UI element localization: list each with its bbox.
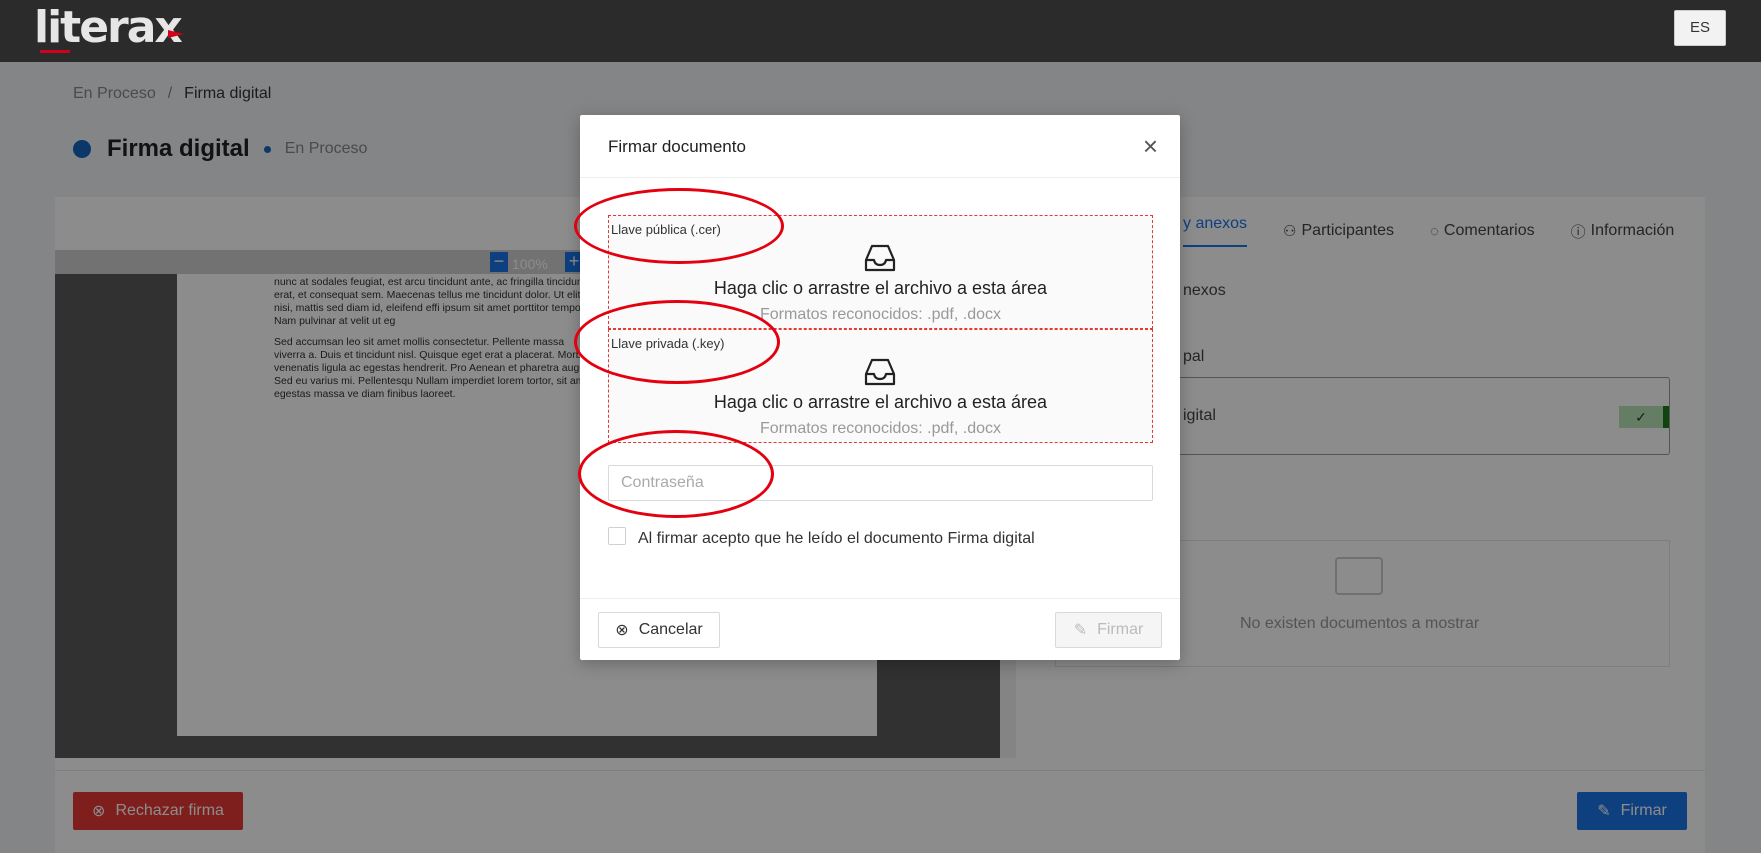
annotation-ellipse-private-key bbox=[574, 300, 780, 384]
annotation-ellipse-password bbox=[578, 430, 774, 518]
confirm-sign-label: Firmar bbox=[1097, 621, 1144, 638]
modal-footer: ⊗ Cancelar ✎ Firmar bbox=[580, 598, 1180, 660]
accept-text: Al firmar acepto que he leído el documen… bbox=[638, 530, 1035, 547]
inbox-icon bbox=[864, 244, 896, 272]
modal-header: Firmar documento × bbox=[580, 115, 1180, 178]
dropzone-instruction: Haga clic o arrastre el archivo a esta á… bbox=[713, 392, 1048, 412]
close-circle-icon: ⊗ bbox=[615, 622, 629, 639]
accept-checkbox[interactable] bbox=[608, 527, 626, 545]
annotation-ellipse-public-key bbox=[574, 188, 784, 264]
modal-title: Firmar documento bbox=[608, 137, 746, 156]
cancel-button[interactable]: ⊗ Cancelar bbox=[598, 612, 720, 648]
accept-terms-row: Al firmar acepto que he leído el documen… bbox=[608, 527, 1035, 548]
literax-logo[interactable]: literax bbox=[34, 2, 183, 53]
top-bar: literax ES bbox=[0, 0, 1761, 62]
confirm-sign-button[interactable]: ✎ Firmar bbox=[1055, 612, 1162, 648]
language-button[interactable]: ES bbox=[1674, 10, 1726, 46]
pen-icon: ✎ bbox=[1073, 622, 1088, 639]
close-icon[interactable]: × bbox=[1143, 131, 1158, 161]
cancel-label: Cancelar bbox=[638, 621, 703, 638]
dropzone-instruction: Haga clic o arrastre el archivo a esta á… bbox=[713, 278, 1048, 298]
logo-underline bbox=[40, 50, 70, 53]
inbox-icon bbox=[864, 358, 896, 386]
